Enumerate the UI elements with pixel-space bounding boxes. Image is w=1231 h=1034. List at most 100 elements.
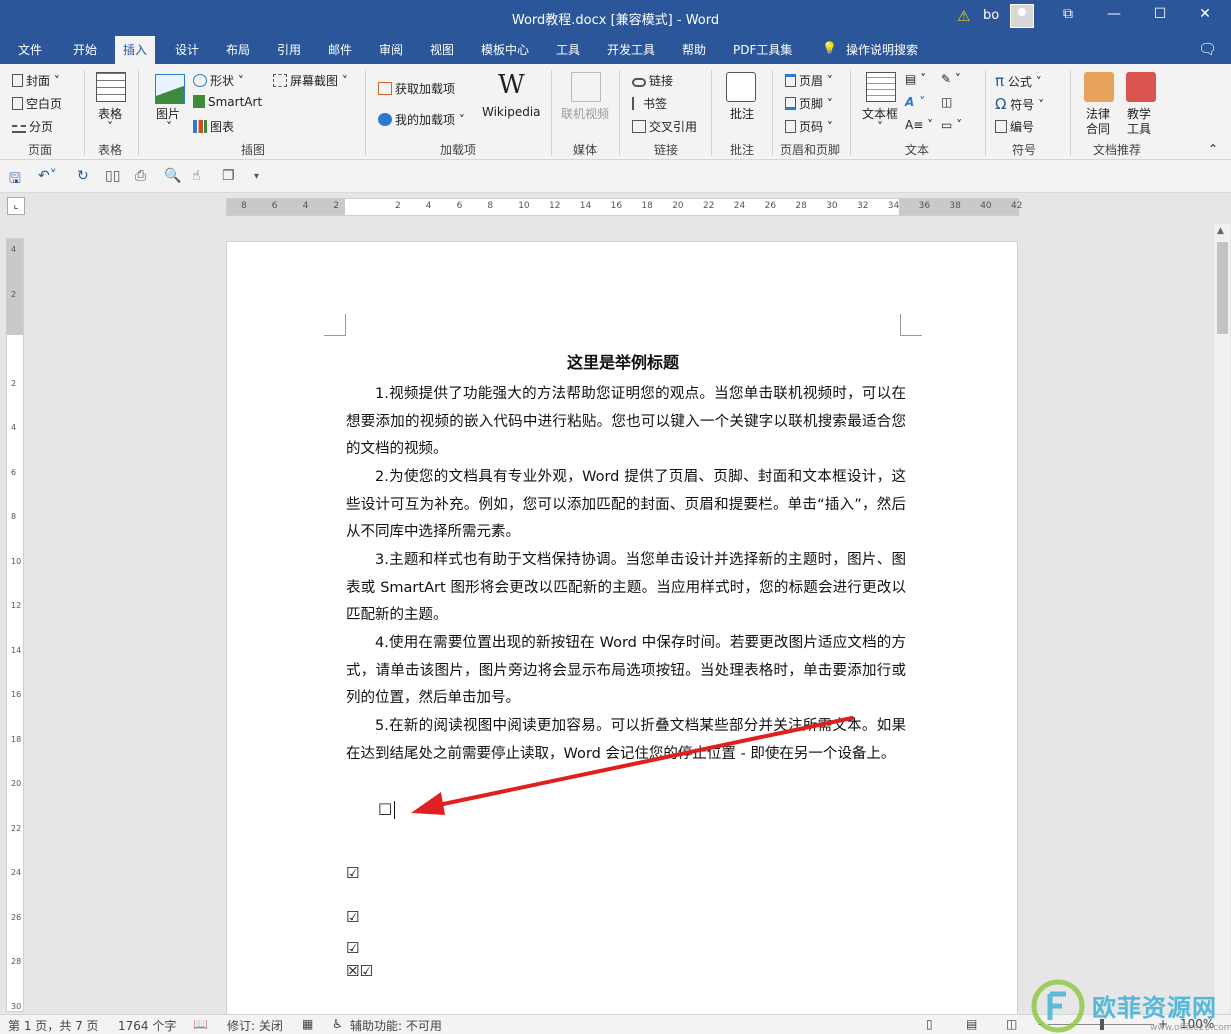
teaching-tools-label-2[interactable]: 工具 — [1127, 120, 1151, 137]
tab-developer[interactable]: 开发工具 — [607, 41, 655, 58]
wordart-icon[interactable]: A ˅ — [905, 95, 924, 109]
word-count[interactable]: 1764 个字 — [118, 1017, 176, 1034]
search-icon[interactable]: 🔍 — [164, 168, 181, 184]
wikipedia-icon[interactable]: W — [498, 70, 525, 100]
vertical-scrollbar[interactable]: ▲ — [1213, 224, 1230, 1014]
read-mode-view-icon[interactable]: ▯ — [926, 1017, 933, 1031]
drop-cap-icon[interactable]: A≡ ˅ — [905, 118, 933, 132]
user-name[interactable]: bo — [983, 8, 999, 23]
accessibility-status[interactable]: 辅助功能: 不可用 — [350, 1017, 442, 1034]
tab-insert[interactable]: 插入 — [115, 36, 156, 64]
tab-selector[interactable]: ⌞ — [7, 197, 25, 215]
read-mode-icon[interactable]: ▯▯ — [105, 168, 120, 184]
tab-tools[interactable]: 工具 — [556, 41, 580, 58]
print-layout-view-icon[interactable]: ▤ — [966, 1017, 977, 1031]
accessibility-icon[interactable]: ♿ — [332, 1017, 343, 1031]
quick-parts-icon[interactable]: ▤ ˅ — [905, 72, 926, 86]
ribbon-display-options-button[interactable]: ⧉ — [1053, 6, 1083, 22]
web-layout-view-icon[interactable]: ◫ — [1006, 1017, 1017, 1031]
ruler-number: 2 — [333, 201, 340, 211]
print-preview-icon[interactable]: ⎙ — [135, 168, 146, 184]
group-label-links: 链接 — [654, 143, 679, 157]
tab-template-center[interactable]: 模板中心 — [481, 41, 529, 58]
cross-reference-button[interactable]: 交叉引用 — [632, 118, 697, 135]
ruler-number: 40 — [980, 201, 992, 211]
tab-design[interactable]: 设计 — [175, 41, 199, 58]
number-button[interactable]: 编号 — [995, 118, 1034, 135]
save-icon[interactable]: 🖫 — [9, 168, 21, 192]
picture-icon[interactable] — [155, 74, 185, 104]
my-addins-button[interactable]: 我的加载项 ˅ — [378, 111, 465, 128]
document-page[interactable]: 这里是举例标题 1.视频提供了功能强大的方法帮助您证明您的观点。当您单击联机视频… — [226, 241, 1018, 1031]
scrollbar-thumb[interactable] — [1217, 242, 1228, 334]
window-icon[interactable]: ❐ — [222, 168, 235, 184]
date-time-icon[interactable]: ◫ — [941, 95, 952, 109]
wikipedia-button[interactable]: Wikipedia — [482, 105, 541, 119]
smartart-button[interactable]: SmartArt — [193, 95, 262, 109]
maximize-button[interactable]: ☐ — [1145, 6, 1175, 22]
comment-button[interactable]: 批注 — [730, 105, 754, 122]
teaching-tools-icon[interactable] — [1126, 72, 1156, 102]
bookmark-button[interactable]: 书签 — [632, 95, 667, 112]
redo-icon[interactable]: ↻ — [77, 168, 89, 184]
tab-view[interactable]: 视图 — [430, 41, 454, 58]
screenshot-button[interactable]: 屏幕截图 ˅ — [273, 72, 348, 89]
track-changes-status[interactable]: 修订: 关闭 — [227, 1017, 283, 1034]
page-number-button[interactable]: 页码 ˅ — [785, 118, 833, 135]
footer-button[interactable]: 页脚 ˅ — [785, 95, 833, 112]
ruler-number: 12 — [11, 601, 22, 610]
window-title: Word教程.docx [兼容模式] - Word — [511, 13, 720, 28]
get-addins-button[interactable]: 获取加载项 — [378, 80, 455, 97]
page-break-button[interactable]: 分页 — [12, 118, 53, 135]
signature-line-icon[interactable]: ✎ ˅ — [941, 72, 961, 86]
header-button[interactable]: 页眉 ˅ — [785, 72, 833, 89]
tell-me-search[interactable]: 操作说明搜索 — [846, 41, 918, 58]
close-button[interactable]: ✕ — [1190, 6, 1220, 22]
undo-icon[interactable]: ↶˅ — [38, 168, 57, 184]
macro-icon[interactable]: ▦ — [302, 1017, 313, 1031]
avatar[interactable] — [1010, 4, 1034, 28]
touch-mode-icon[interactable]: ☝ — [192, 168, 201, 184]
table-icon[interactable] — [96, 72, 126, 102]
legal-contract-label-2[interactable]: 合同 — [1086, 120, 1110, 137]
page-count[interactable]: 第 1 页，共 7 页 — [8, 1017, 99, 1034]
document-title: 这里是举例标题 — [566, 353, 679, 372]
tab-pdf-tools[interactable]: PDF工具集 — [733, 41, 792, 58]
tab-file[interactable]: 文件 — [18, 41, 42, 58]
number-icon — [995, 120, 1007, 133]
comment-icon[interactable] — [726, 72, 756, 102]
blank-page-button[interactable]: 空白页 — [12, 95, 62, 112]
tab-home[interactable]: 开始 — [73, 41, 97, 58]
minimize-button[interactable]: — — [1099, 6, 1129, 22]
group-label-tables: 表格 — [98, 143, 123, 157]
textbox-icon[interactable] — [866, 72, 896, 102]
proofing-icon[interactable]: 📖 — [193, 1017, 208, 1031]
divider — [772, 70, 773, 156]
vertical-ruler[interactable]: 4 2 2 4 6 8 10 12 14 16 18 20 22 24 26 28 30 — [6, 238, 24, 1012]
symbol-button[interactable]: Ω 符号 ˅ — [995, 95, 1044, 113]
tab-mailings[interactable]: 邮件 — [328, 41, 352, 58]
shapes-button[interactable]: 形状 ˅ — [193, 72, 244, 89]
online-video-button: 联机视频 — [561, 107, 610, 121]
tab-layout[interactable]: 布局 — [226, 41, 250, 58]
warning-icon[interactable]: ⚠ — [957, 7, 970, 25]
tab-help[interactable]: 帮助 — [682, 41, 706, 58]
tab-references[interactable]: 引用 — [277, 41, 301, 58]
tab-review[interactable]: 审阅 — [379, 41, 403, 58]
customize-toolbar-icon[interactable]: ▾ — [254, 171, 259, 182]
comment-panel-icon[interactable]: 🗨 — [1198, 40, 1217, 58]
link-button[interactable]: 链接 — [632, 72, 673, 89]
legal-contract-icon[interactable] — [1084, 72, 1114, 102]
ruler-number: 28 — [11, 957, 22, 966]
cover-page-button[interactable]: 封面 ˅ — [12, 72, 60, 89]
collapse-ribbon-icon[interactable]: ⌃ — [1208, 142, 1218, 156]
paragraph-1: 1.视频提供了功能强大的方法帮助您证明您的观点。当您单击联机视频时，可以在想要添… — [346, 386, 906, 458]
horizontal-ruler[interactable]: 8 6 4 2 2 4 6 8 10 12 14 16 18 20 22 24 26 28 30 32 34 36 38 40… — [226, 198, 1022, 216]
group-label-symbols: 符号 — [1012, 143, 1037, 157]
scroll-up-icon[interactable]: ▲ — [1217, 226, 1224, 236]
group-label-media: 媒体 — [573, 143, 598, 157]
object-icon[interactable]: ▭ ˅ — [941, 118, 962, 132]
equation-button[interactable]: π 公式 ˅ — [995, 72, 1042, 90]
ruler-number: 16 — [610, 201, 623, 211]
chart-button[interactable]: 图表 — [193, 118, 234, 135]
